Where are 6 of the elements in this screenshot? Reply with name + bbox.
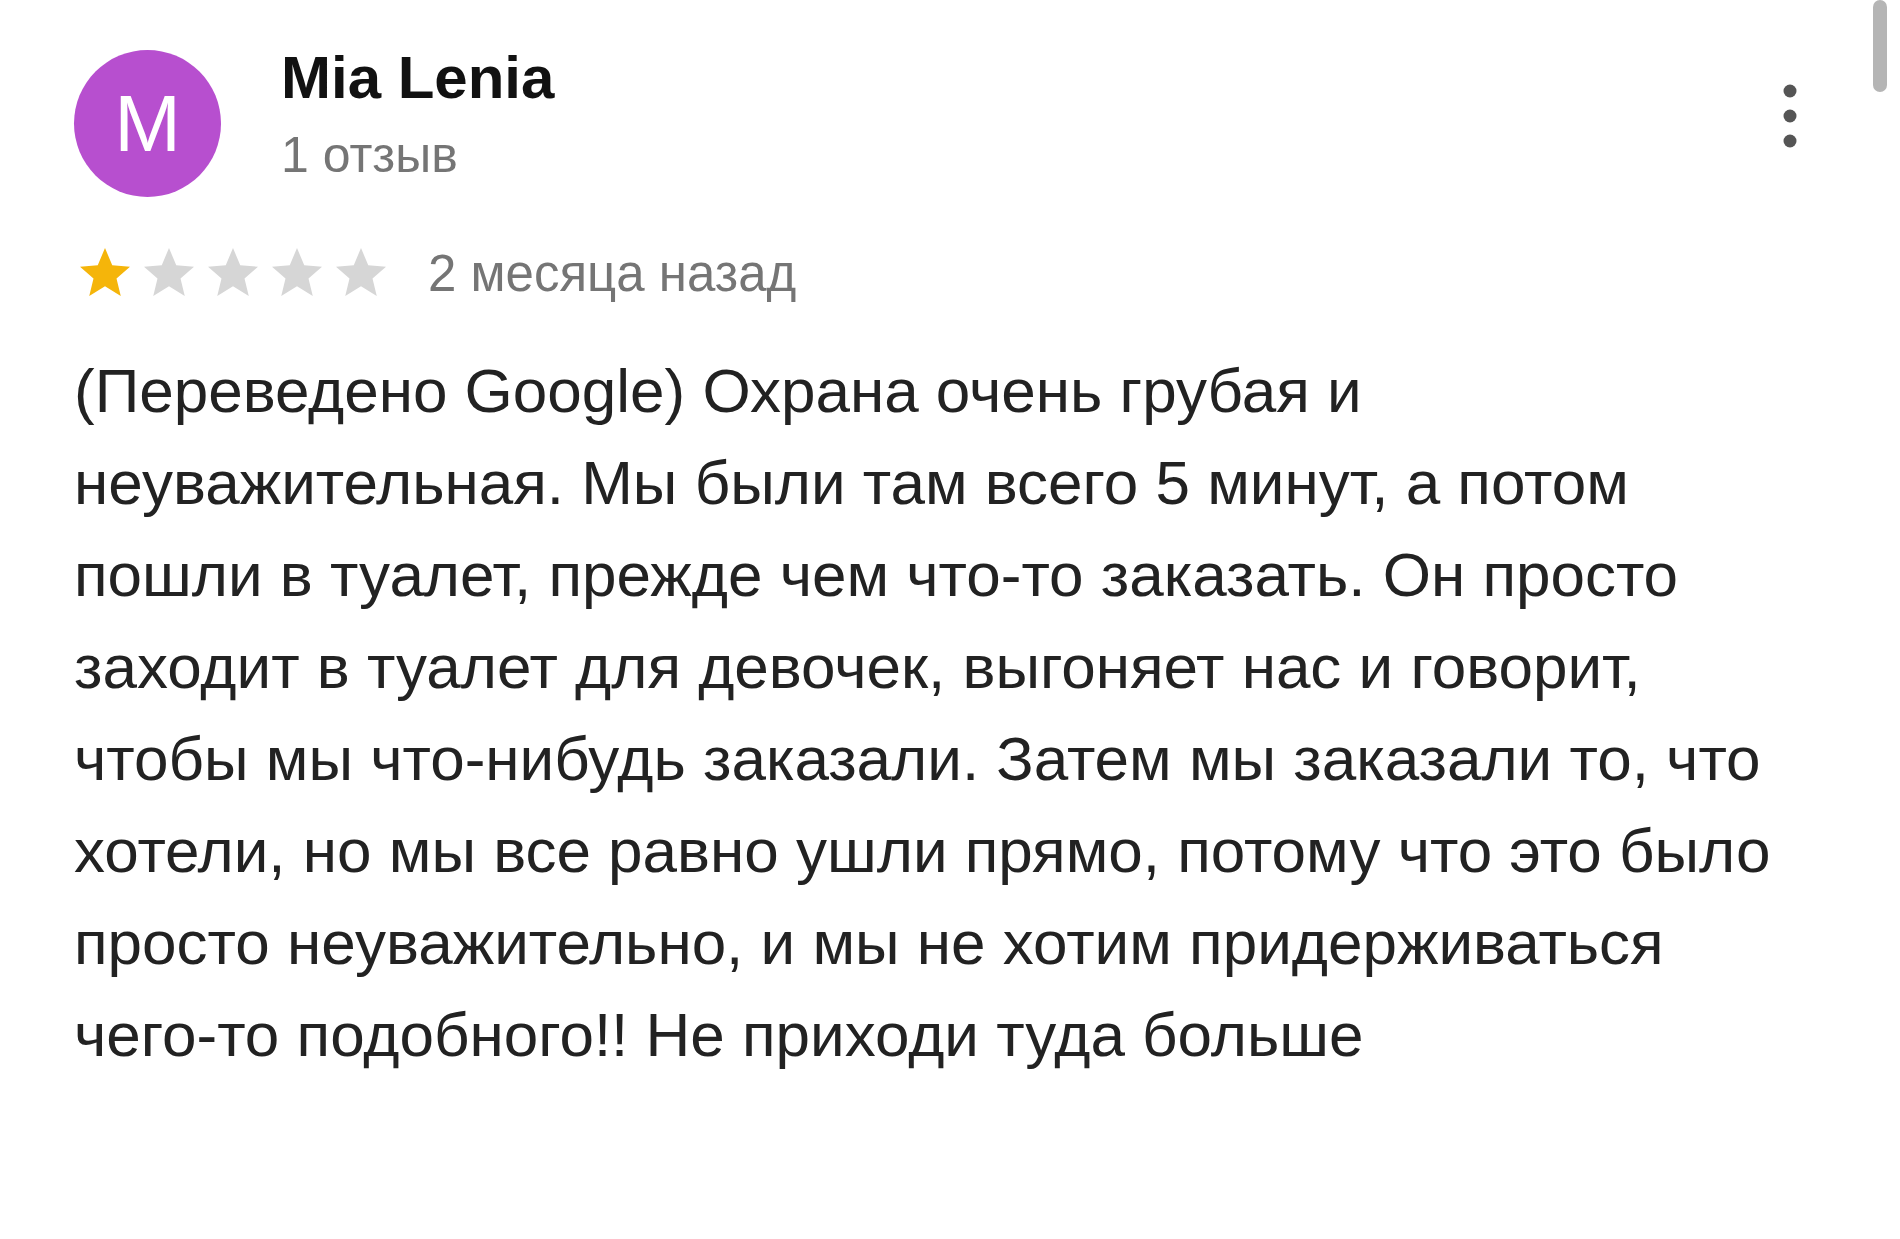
scrollbar-thumb[interactable] [1873, 0, 1887, 92]
review-text: (Переведено Google) Охрана очень грубая и неуважительная. Мы были там всего 5 минут, а потом пошли в туалет, прежде чем что-то заказать. Он просто заходит в туалет для девочек, выгоняет нас и говорит, чтобы мы что-нибудь заказали. Затем мы заказали то, что хотели, но мы все равно ушли прямо, потому что это было просто неуважительно, и мы не хотим придерживаться чего-то подобного!! Не приходи туда больше [74, 355, 1772, 1071]
reviewer-name[interactable]: Mia Lenia [281, 43, 555, 112]
review-date: 2 месяца назад [428, 243, 797, 303]
avatar: M [74, 50, 221, 197]
review-count: 1 отзыв [281, 126, 459, 184]
